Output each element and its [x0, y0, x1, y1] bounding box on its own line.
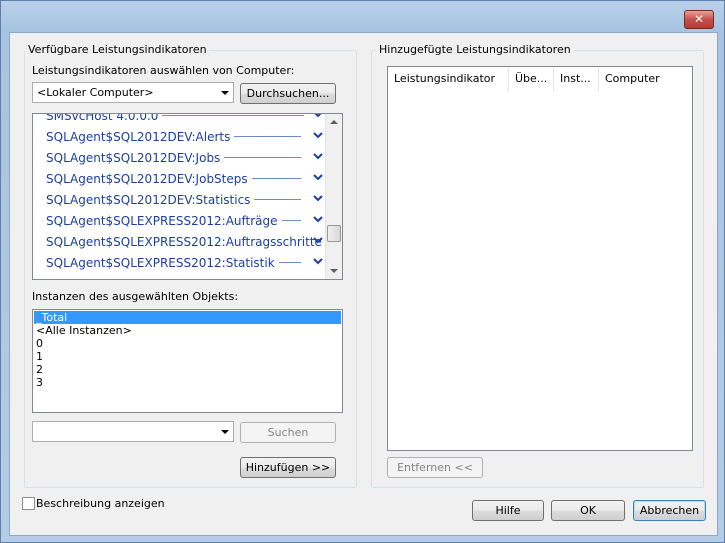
help-button[interactable]: Hilfe: [472, 500, 544, 521]
column-header-counter[interactable]: Leistungsindikator: [388, 67, 509, 92]
instance-list[interactable]: _Total <Alle Instanzen> 0 1 2 3: [32, 309, 343, 413]
counter-list-item-label: SQLAgent$SQL2012DEV:Statistics: [46, 193, 251, 207]
scroll-up-icon[interactable]: [330, 120, 338, 124]
instances-label: Instanzen des ausgewählten Objekts:: [32, 290, 239, 303]
search-button[interactable]: Suchen: [240, 422, 336, 443]
computer-combobox[interactable]: <Lokaler Computer>: [32, 82, 234, 103]
counter-list-item[interactable]: SQLAgent$SQLEXPRESS2012:Statistik: [46, 256, 336, 277]
counter-list[interactable]: SMSvcHost 4.0.0.0 SQLAgent$SQL2012DEV:Ale…: [32, 113, 343, 280]
title-bar[interactable]: ✕: [1, 1, 724, 31]
chevron-down-icon: [221, 91, 229, 95]
browse-button[interactable]: Durchsuchen...: [240, 83, 336, 104]
counter-list-item[interactable]: SQLAgent$SQL2012DEV:JobSteps: [46, 172, 336, 193]
chevron-down-icon: [221, 430, 229, 434]
remove-button[interactable]: Entfernen <<: [387, 457, 483, 478]
column-header-computer[interactable]: Computer: [599, 67, 691, 92]
counter-item-separator: [279, 262, 301, 263]
expand-chevron-icon[interactable]: [311, 113, 325, 121]
expand-chevron-icon[interactable]: [311, 256, 325, 268]
expand-chevron-icon[interactable]: [311, 151, 325, 163]
counter-list-item-label: SQLAgent$SQL2012DEV:Jobs: [46, 151, 221, 165]
dialog-body: Verfügbare Leistungsindikatoren Leistung…: [9, 32, 718, 536]
add-counters-dialog: ✕ Verfügbare Leistungsindikatoren Leistu…: [0, 0, 725, 543]
counter-list-item[interactable]: SMSvcHost 4.0.0.0: [46, 113, 336, 130]
instance-list-item[interactable]: 0: [36, 337, 43, 350]
expand-chevron-icon[interactable]: [311, 130, 325, 142]
counter-list-item[interactable]: SQLAgent$SQL2012DEV:Statistics: [46, 193, 336, 214]
counter-list-item[interactable]: SQLAgent$SQL2012DEV:Jobs: [46, 151, 336, 172]
available-counters-group-label: Verfügbare Leistungsindikatoren: [25, 43, 210, 56]
counter-item-separator: [254, 199, 301, 200]
counter-item-separator: [162, 115, 304, 116]
computer-combobox-value: <Lokaler Computer>: [37, 86, 154, 99]
instance-list-item[interactable]: 1: [36, 350, 43, 363]
expand-chevron-icon[interactable]: [311, 193, 325, 205]
counter-list-item[interactable]: SQLAgent$SQLEXPRESS2012:Auftragsschritte: [46, 235, 336, 256]
counter-list-item-label: SQLAgent$SQL2012DEV:Alerts: [46, 130, 231, 144]
ok-button[interactable]: OK: [551, 500, 625, 521]
expand-chevron-icon[interactable]: [311, 214, 325, 226]
scroll-down-icon[interactable]: [330, 269, 338, 273]
instance-list-item[interactable]: 2: [36, 363, 43, 376]
counter-list-item[interactable]: SQLAgent$SQLEXPRESS2012:Aufträge: [46, 214, 336, 235]
counter-list-item-label: SMSvcHost 4.0.0.0: [46, 113, 159, 123]
counter-item-separator: [234, 136, 301, 137]
close-icon: ✕: [693, 12, 705, 26]
counter-list-item-label: SQLAgent$SQLEXPRESS2012:Statistik: [46, 256, 275, 270]
counter-item-separator: [252, 178, 301, 179]
column-header-object[interactable]: Übe...: [509, 67, 554, 92]
counter-item-separator: [224, 157, 301, 158]
computer-select-label: Leistungsindikatoren auswählen von Compu…: [32, 64, 295, 77]
instance-list-item[interactable]: <Alle Instanzen>: [36, 324, 132, 337]
close-button[interactable]: ✕: [684, 10, 714, 29]
counter-item-separator: [282, 220, 301, 221]
cancel-button[interactable]: Abbrechen: [633, 500, 706, 521]
counter-list-scrollbar[interactable]: [325, 114, 342, 279]
instance-list-item[interactable]: _Total: [34, 311, 341, 324]
counter-list-item-label: SQLAgent$SQLEXPRESS2012:Auftragsschritte: [46, 235, 322, 249]
search-combobox[interactable]: [32, 421, 234, 442]
expand-chevron-icon[interactable]: [311, 235, 325, 247]
added-counters-group-label: Hinzugefügte Leistungsindikatoren: [376, 43, 574, 56]
column-header-instance[interactable]: Inst...: [554, 67, 599, 92]
instance-list-item[interactable]: 3: [36, 376, 43, 389]
add-button[interactable]: Hinzufügen >>: [240, 457, 336, 478]
counter-list-item-label: SQLAgent$SQLEXPRESS2012:Aufträge: [46, 214, 278, 228]
scroll-thumb[interactable]: [327, 225, 341, 242]
expand-chevron-icon[interactable]: [311, 172, 325, 184]
counter-list-item[interactable]: SQLAgent$SQL2012DEV:Alerts: [46, 130, 336, 151]
counter-list-item-label: SQLAgent$SQL2012DEV:JobSteps: [46, 172, 248, 186]
added-counters-table[interactable]: Leistungsindikator Übe... Inst... Comput…: [387, 66, 693, 451]
show-description-checkbox[interactable]: [22, 497, 35, 510]
show-description-label[interactable]: Beschreibung anzeigen: [36, 497, 165, 510]
